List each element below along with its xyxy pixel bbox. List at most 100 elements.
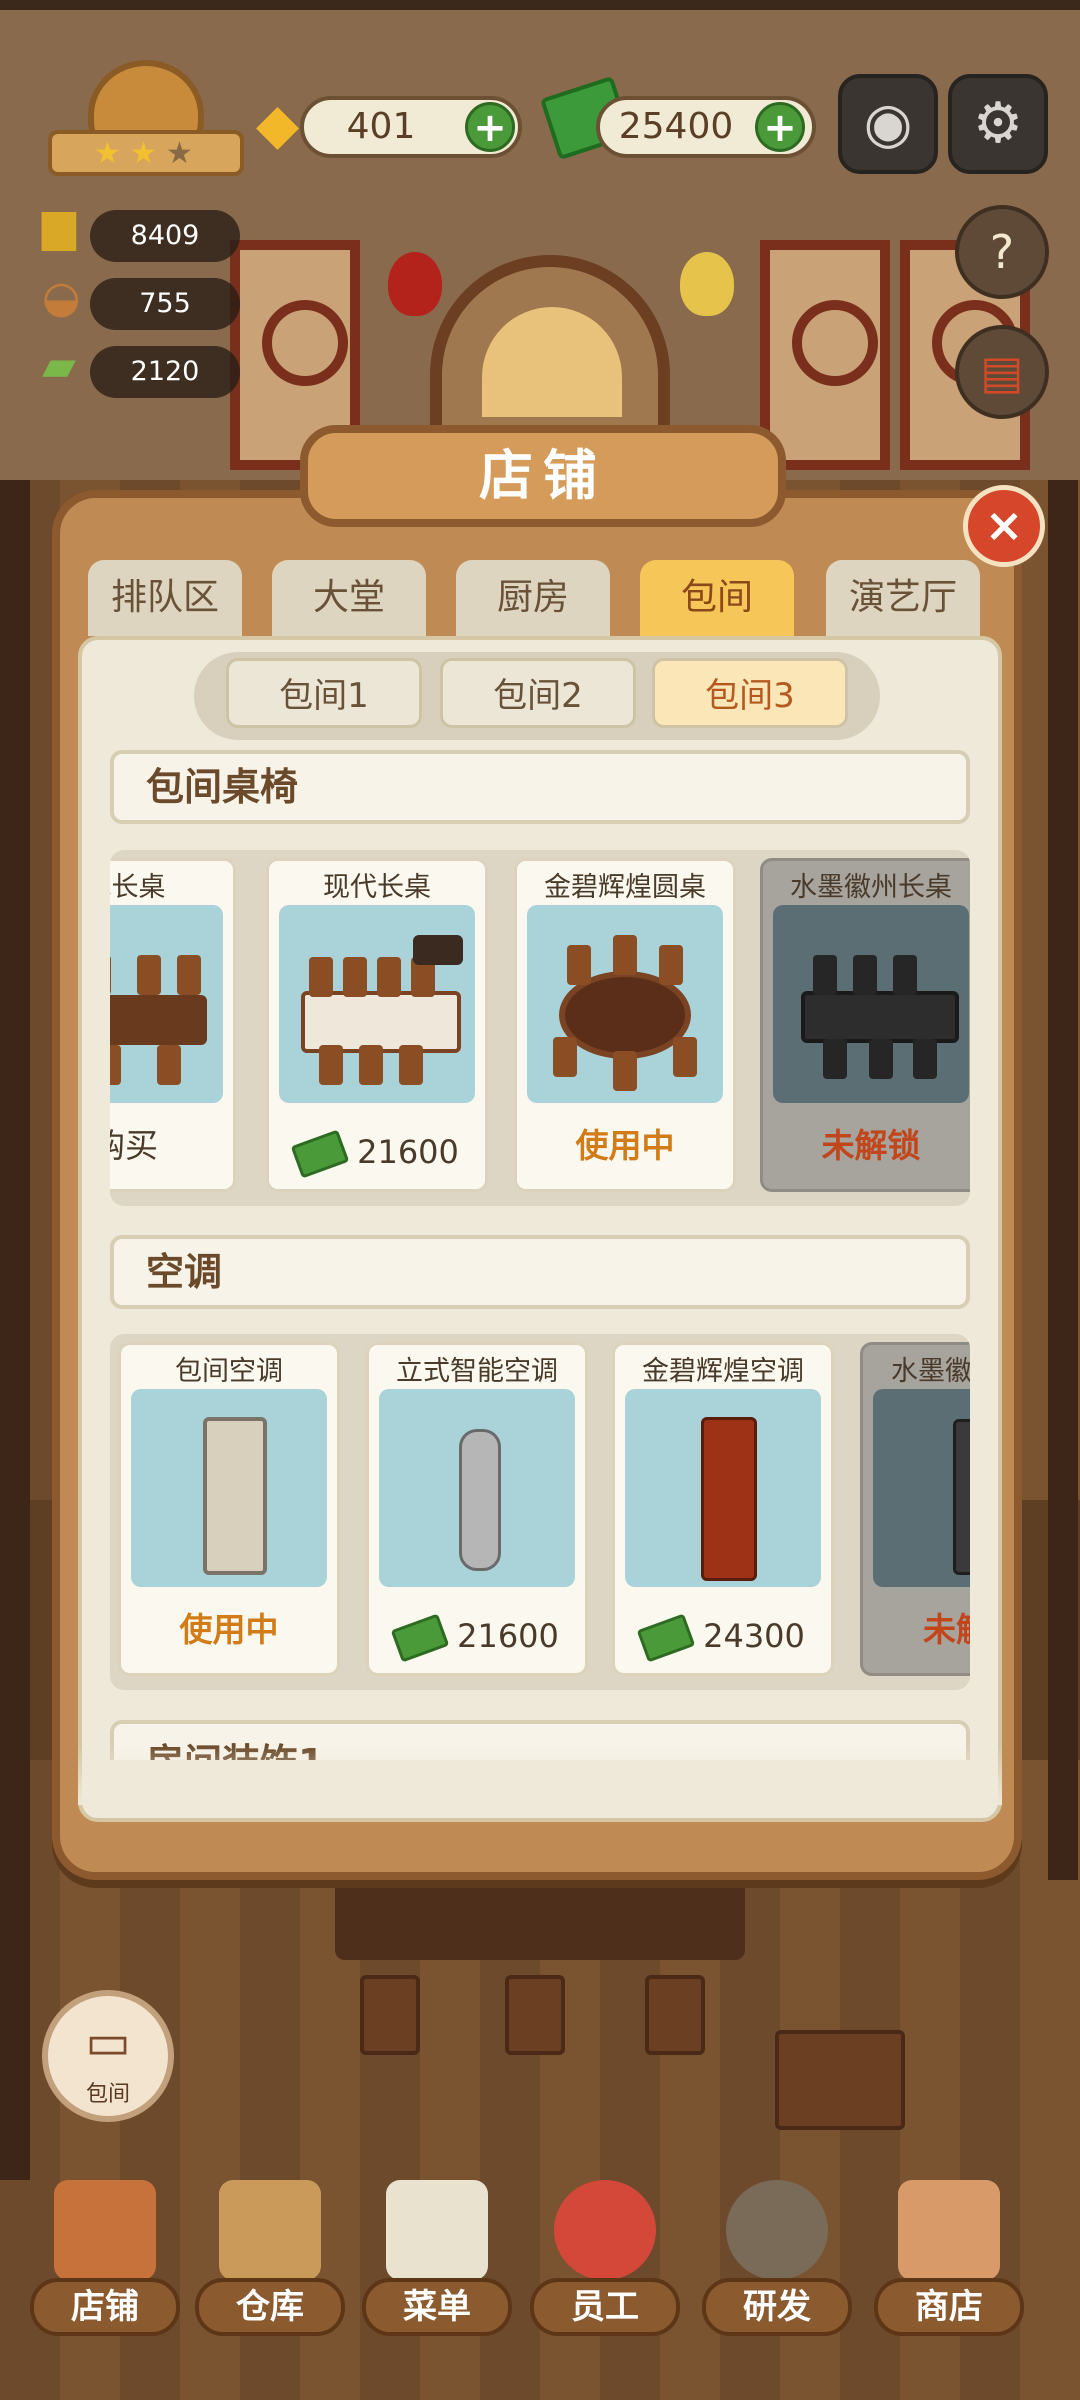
- star-icon: ★: [94, 136, 121, 171]
- item-card-ink-table[interactable]: 水墨徽州长桌 未解锁: [760, 858, 970, 1192]
- cash-value: 25400: [618, 106, 734, 147]
- item-card-ink-ac[interactable]: 水墨徽 未解: [860, 1342, 970, 1676]
- camera-button[interactable]: ◉: [838, 74, 938, 174]
- ac-carousel[interactable]: 包间空调 使用中 立式智能空调 21600 金碧辉煌空调 24300 水墨徽 未…: [110, 1334, 970, 1690]
- item-card-golden-ac[interactable]: 金碧辉煌空调 24300: [612, 1342, 834, 1676]
- item-image: [279, 905, 475, 1103]
- item-card-room-ac[interactable]: 包间空调 使用中: [118, 1342, 340, 1676]
- recipe-book-icon: ▤: [980, 345, 1024, 399]
- side-table: [775, 2030, 905, 2130]
- price-value: 21600: [457, 1617, 559, 1655]
- tab-theater[interactable]: 演艺厅: [826, 560, 980, 636]
- nav-label: 店铺: [30, 2278, 180, 2336]
- opera-mask-yellow: [680, 252, 734, 316]
- rank-badge[interactable]: ★ ★ ★: [48, 60, 244, 190]
- dining-table: [335, 1870, 745, 1960]
- subtab-room-1[interactable]: 包间1: [226, 658, 422, 728]
- cash-icon: [636, 1613, 696, 1663]
- add-gems-button[interactable]: +: [465, 102, 515, 152]
- private-room-label: 包间: [85, 2082, 130, 2107]
- help-button[interactable]: ?: [955, 205, 1049, 299]
- lattice-window: [760, 240, 890, 470]
- private-room-button[interactable]: ▭ 包间: [42, 1990, 174, 2122]
- item-image: [625, 1389, 821, 1587]
- item-card-modern-table[interactable]: 现代长桌 21600: [266, 858, 488, 1192]
- stat-tickets: 2120: [90, 346, 240, 398]
- buy-label: 购买: [110, 1126, 158, 1165]
- help-book-icon: ?: [989, 225, 1015, 279]
- nav-store[interactable]: 商店: [874, 2170, 1024, 2350]
- nav-shop[interactable]: 店铺: [30, 2170, 180, 2350]
- nav-menu[interactable]: 菜单: [362, 2170, 512, 2350]
- item-price: 24300: [615, 1613, 831, 1663]
- add-cash-button[interactable]: +: [755, 102, 805, 152]
- ticket-icon: ▰: [42, 340, 76, 391]
- cash-icon: [390, 1613, 450, 1663]
- panel-title: 店铺: [300, 425, 786, 527]
- recipe-book-button[interactable]: ▤: [955, 325, 1049, 419]
- item-name: 立式智能空调: [396, 1356, 558, 1387]
- item-price: 21600: [369, 1613, 585, 1663]
- tab-queue[interactable]: 排队区: [88, 560, 242, 636]
- gold-ingot-icon: ▆: [42, 200, 76, 251]
- subtab-room-2[interactable]: 包间2: [440, 658, 636, 728]
- price-value: 24300: [703, 1617, 805, 1655]
- tables-carousel[interactable]: 木长桌 购买 现代长桌 21600 金碧辉煌圆桌 使用中 水: [110, 850, 970, 1206]
- section-title-tables: 包间桌椅: [110, 750, 970, 824]
- subtab-room-3[interactable]: 包间3: [652, 658, 848, 728]
- locked-label: 未解: [923, 1610, 970, 1649]
- nav-label: 菜单: [362, 2278, 512, 2336]
- star-icon: ★: [166, 136, 193, 171]
- left-pillar: [0, 480, 30, 2180]
- ceiling-beam: [0, 0, 1080, 10]
- item-image: [110, 905, 223, 1103]
- cash-icon: [290, 1129, 350, 1179]
- clipboard-icon: [386, 2180, 488, 2280]
- item-card-golden-round-table[interactable]: 金碧辉煌圆桌 使用中: [514, 858, 736, 1192]
- item-name: 包间空调: [175, 1356, 283, 1387]
- gem-value: 401: [346, 106, 416, 147]
- settings-button[interactable]: ⚙: [948, 74, 1048, 174]
- nav-label: 商店: [874, 2278, 1024, 2336]
- sofa-icon: ▭: [85, 2014, 131, 2070]
- item-card-wood-table[interactable]: 木长桌 购买: [110, 858, 236, 1192]
- item-name: 水墨徽州长桌: [790, 872, 952, 903]
- item-name: 金碧辉煌空调: [642, 1356, 804, 1387]
- close-button[interactable]: ×: [963, 485, 1045, 567]
- opera-mask-red: [388, 252, 442, 316]
- bottom-nav: 店铺 仓库 菜单 员工 研发 商店: [0, 2170, 1080, 2400]
- item-image: [379, 1389, 575, 1587]
- nav-warehouse[interactable]: 仓库: [195, 2170, 345, 2350]
- chair: [645, 1975, 705, 2055]
- stat-gold: 8409: [90, 210, 240, 262]
- storefront-icon: [54, 2180, 156, 2280]
- item-image: [527, 905, 723, 1103]
- star-icon: ★: [130, 136, 157, 171]
- camera-icon: ◉: [863, 91, 913, 156]
- shop-stall-icon: [898, 2180, 1000, 2280]
- in-use-label: 使用中: [575, 1126, 675, 1165]
- gear-icon: ⚙: [972, 91, 1024, 156]
- locked-label: 未解锁: [821, 1126, 921, 1165]
- item-image: [131, 1389, 327, 1587]
- scroll-fade: [78, 1745, 1002, 1805]
- nav-research[interactable]: 研发: [702, 2170, 852, 2350]
- nav-staff[interactable]: 员工: [530, 2170, 680, 2350]
- item-name: 金碧辉煌圆桌: [544, 872, 706, 903]
- in-use-label: 使用中: [179, 1610, 279, 1649]
- item-card-smart-ac[interactable]: 立式智能空调 21600: [366, 1342, 588, 1676]
- item-name: 现代长桌: [323, 872, 431, 903]
- tab-private-room[interactable]: 包间: [640, 560, 794, 636]
- item-image: [773, 905, 969, 1103]
- item-price: 21600: [269, 1129, 485, 1179]
- item-name: 水墨徽: [891, 1356, 970, 1387]
- chair: [505, 1975, 565, 2055]
- gem-icon: ◆: [256, 92, 300, 157]
- tab-kitchen[interactable]: 厨房: [456, 560, 610, 636]
- tab-hall[interactable]: 大堂: [272, 560, 426, 636]
- nav-label: 员工: [530, 2278, 680, 2336]
- wok-icon: [726, 2180, 828, 2280]
- item-name: 木长桌: [110, 872, 166, 903]
- right-pillar: [1048, 480, 1078, 1880]
- stat-dishes: 755: [90, 278, 240, 330]
